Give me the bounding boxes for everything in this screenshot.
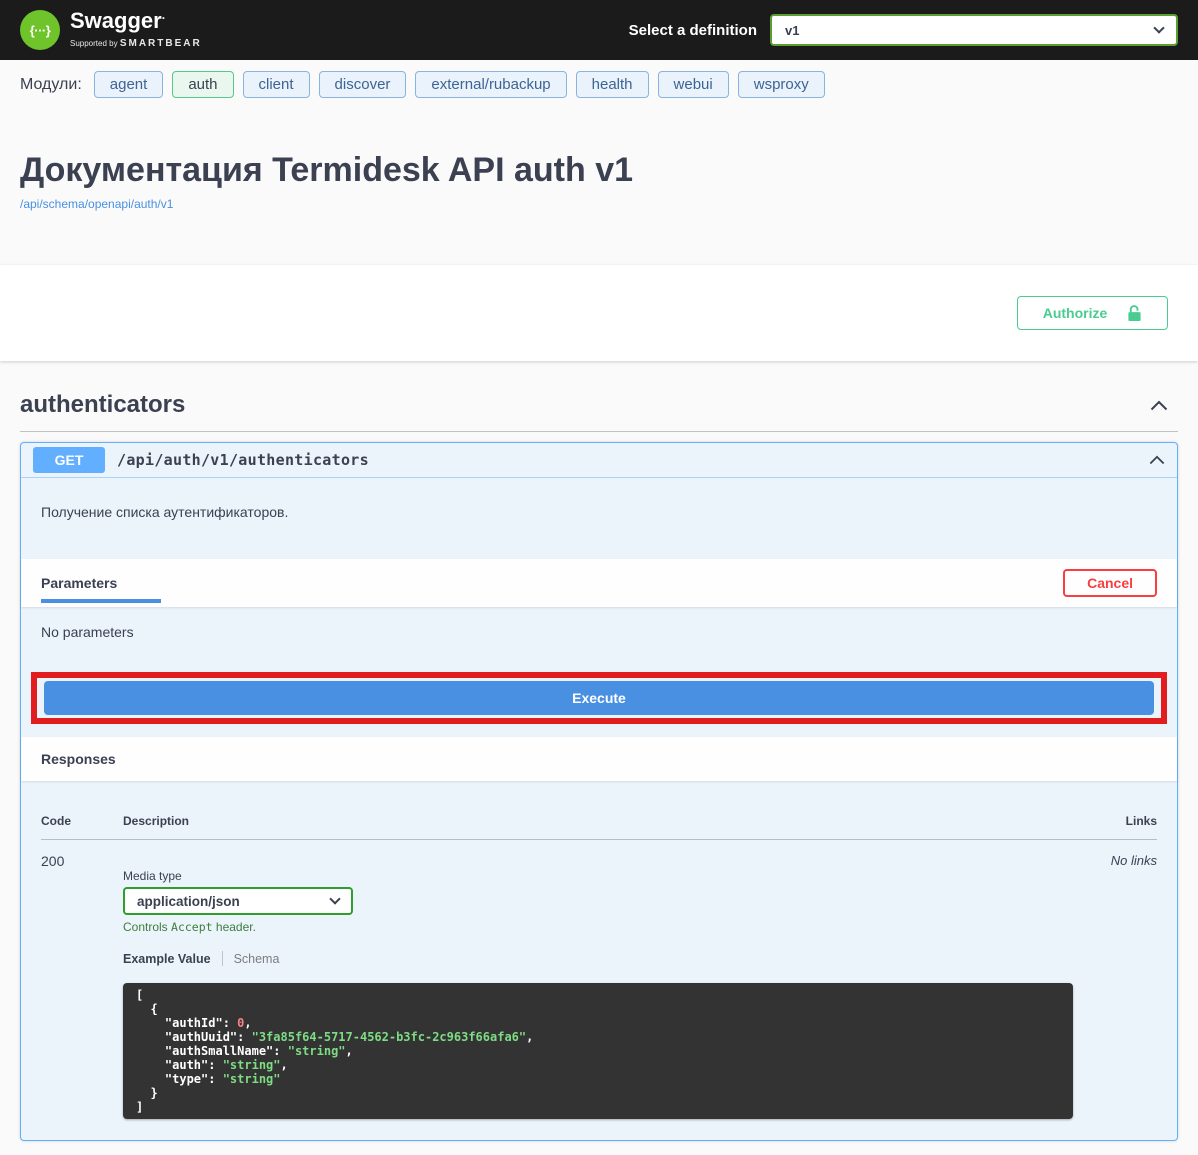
column-description: Description [123, 814, 1126, 828]
media-type-value: application/json [137, 894, 240, 909]
execute-button[interactable]: Execute [44, 681, 1154, 715]
tab-example-value[interactable]: Example Value [123, 952, 211, 966]
module-button-client[interactable]: client [243, 71, 310, 98]
model-example-tabs: Example Value Schema [123, 951, 1111, 966]
swagger-logo-text: Swagger. [70, 9, 202, 32]
page-title: Документация Termidesk API auth v1 [20, 151, 1178, 190]
authorize-button[interactable]: Authorize [1017, 296, 1168, 330]
cancel-button[interactable]: Cancel [1063, 569, 1157, 597]
scheme-container: Authorize [0, 265, 1198, 361]
definition-select-value: v1 [785, 23, 799, 38]
http-method-badge: GET [33, 447, 105, 473]
response-row-200: 200 Media type application/json Controls… [41, 840, 1157, 1119]
chevron-down-icon [1153, 22, 1164, 33]
tab-parameters[interactable]: Parameters [41, 559, 117, 607]
section-collapse-button[interactable] [1148, 398, 1170, 413]
operation-description: Получение списка аутентификаторов. [21, 478, 1177, 559]
module-button-discover[interactable]: discover [319, 71, 407, 98]
authorize-label: Authorize [1043, 305, 1108, 321]
example-code: [ { "authId": 0, "authUuid": "3fa85f64-5… [123, 983, 1073, 1119]
chevron-down-icon [329, 893, 340, 904]
tab-divider [222, 951, 223, 966]
api-info: Документация Termidesk API auth v1 /api/… [0, 104, 1198, 265]
smartbear-tagline: Supported by SMARTBEAR [70, 39, 202, 48]
swagger-logo[interactable]: {···} Swagger. Supported by SMARTBEAR [20, 9, 202, 50]
module-button-webui[interactable]: webui [658, 71, 729, 98]
swagger-braces-icon: {···} [20, 10, 60, 50]
operation-summary[interactable]: GET /api/auth/v1/authenticators [21, 443, 1177, 478]
spec-link[interactable]: /api/schema/openapi/auth/v1 [20, 197, 173, 211]
tab-schema[interactable]: Schema [234, 952, 280, 966]
response-code: 200 [41, 853, 123, 1119]
unlocked-padlock-icon [1127, 304, 1142, 322]
no-parameters-message: No parameters [21, 607, 1177, 640]
topbar: {···} Swagger. Supported by SMARTBEAR Se… [0, 0, 1198, 60]
modules-row: Модули: agent auth client discover external/… [0, 60, 1198, 104]
media-type-label: Media type [123, 869, 1111, 883]
responses-table-header: Code Description Links [41, 814, 1157, 840]
section-header-authenticators: authenticators [20, 361, 1178, 432]
parameters-header: Parameters Cancel [21, 559, 1177, 607]
execute-annotation-frame: Execute [31, 672, 1167, 724]
module-button-agent[interactable]: agent [94, 71, 164, 98]
module-button-health[interactable]: health [576, 71, 649, 98]
responses-body: Code Description Links 200 Media type ap… [21, 781, 1177, 1140]
column-links: Links [1126, 814, 1157, 828]
response-links: No links [1111, 853, 1157, 1119]
modules-label: Модули: [20, 76, 82, 94]
accept-header-note: Controls Accept header. [123, 920, 1111, 934]
chevron-up-icon [1150, 400, 1168, 411]
module-button-wsproxy[interactable]: wsproxy [738, 71, 825, 98]
definition-select-label: Select a definition [629, 22, 757, 39]
operation-collapse-button[interactable] [1147, 453, 1167, 467]
modules-list: agent auth client discover external/rubackup… [94, 71, 825, 98]
operation-path: /api/auth/v1/authenticators [117, 451, 369, 469]
response-content: Media type application/json Controls Acc… [123, 853, 1111, 1119]
module-button-auth[interactable]: auth [172, 71, 233, 98]
section-title: authenticators [20, 391, 185, 419]
opblock-get-authenticators: GET /api/auth/v1/authenticators Получени… [20, 442, 1178, 1141]
responses-header: Responses [21, 737, 1177, 781]
media-type-select[interactable]: application/json [123, 887, 353, 915]
column-code: Code [41, 814, 123, 828]
definition-select[interactable]: v1 [770, 14, 1178, 46]
operations-wrapper: authenticators GET /api/auth/v1/authenti… [0, 361, 1198, 1141]
module-button-external-rubackup[interactable]: external/rubackup [415, 71, 566, 98]
chevron-up-icon [1149, 455, 1165, 465]
